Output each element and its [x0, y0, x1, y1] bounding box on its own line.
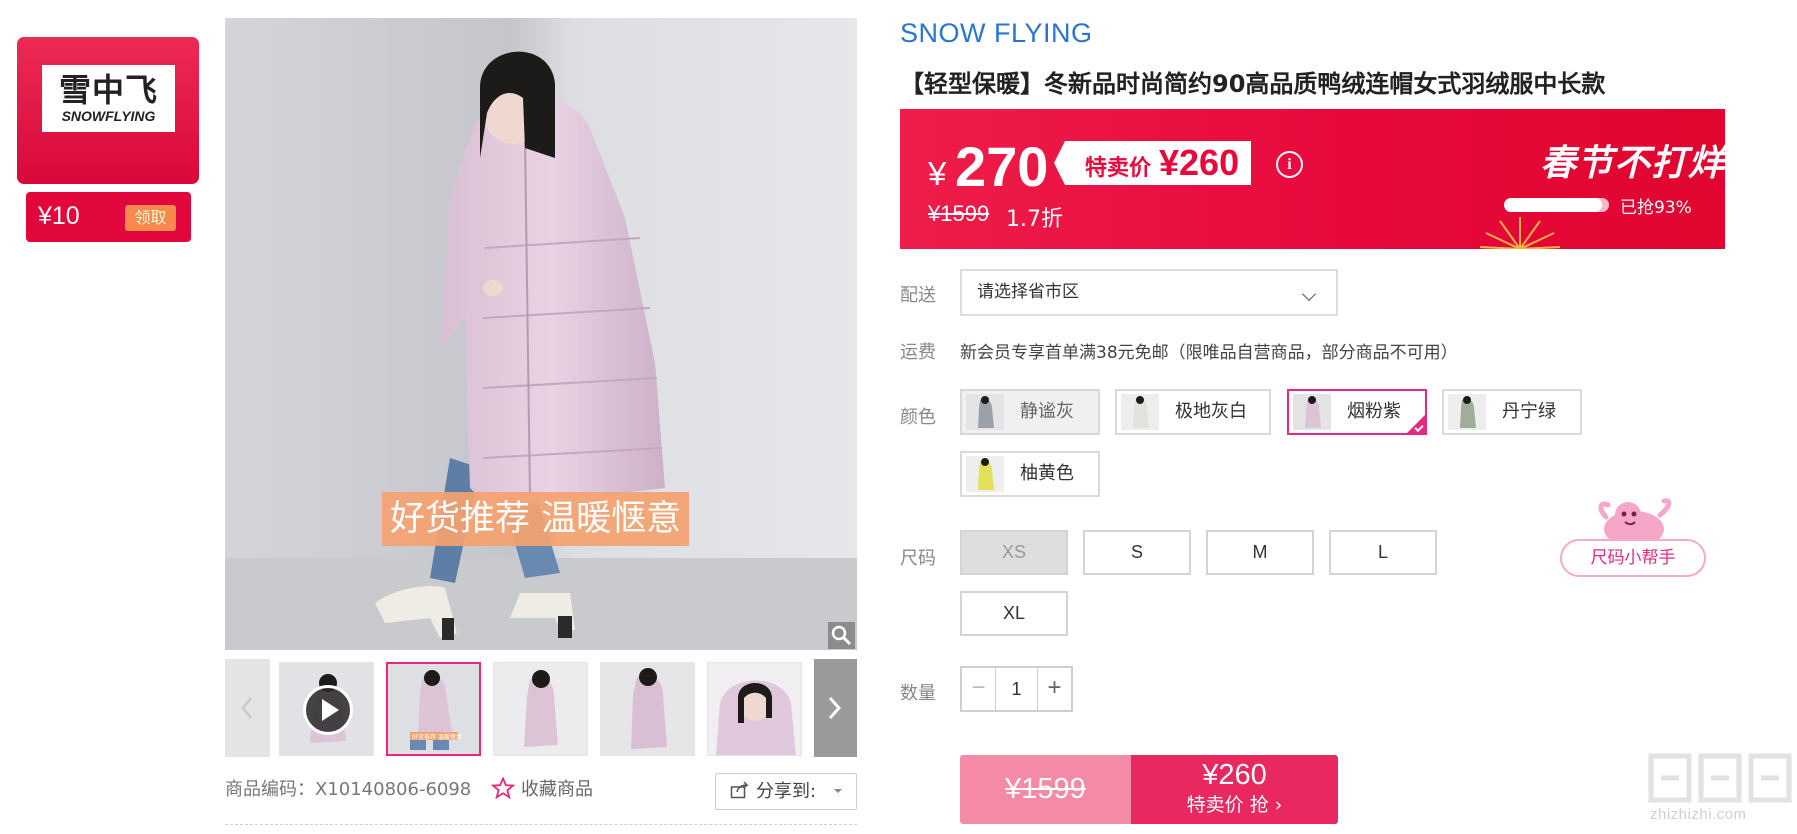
- size-option-l[interactable]: L: [1329, 530, 1437, 575]
- share-icon: [730, 781, 749, 799]
- favorite-label: 收藏商品: [521, 779, 593, 800]
- brand-name-link[interactable]: SNOW FLYING: [900, 18, 1093, 49]
- share-label: 分享到:: [756, 781, 817, 802]
- caret-down-icon: [833, 789, 842, 793]
- size-option-s[interactable]: S: [1083, 530, 1191, 575]
- color-option-label: 静谧灰: [1020, 401, 1074, 422]
- thumbnail-active[interactable]: 好货推荐 温暖惬意: [386, 662, 481, 756]
- sold-progress-bar: [1504, 198, 1609, 212]
- chevron-left-icon: [241, 697, 252, 719]
- size-helper-button[interactable]: 尺码小帮手: [1560, 539, 1706, 577]
- main-product-image[interactable]: 好货推荐 温暖惬意: [225, 18, 857, 650]
- main-image-caption: 好货推荐 温暖惬意: [382, 492, 690, 546]
- coupon-value: ¥10: [38, 202, 80, 230]
- brand-logo-cn: 雪中飞: [58, 71, 158, 109]
- chevron-right-icon: [828, 696, 842, 720]
- brand-badge[interactable]: 雪中飞 SNOWFLYING: [17, 37, 199, 190]
- color-option-danninglv[interactable]: 丹宁绿: [1442, 389, 1582, 435]
- promo-slogan: 春节不打烊: [1540, 143, 1725, 184]
- color-option-youhuangse[interactable]: 柚黄色: [960, 451, 1100, 497]
- color-option-label: 烟粉紫: [1347, 401, 1401, 422]
- thumbnail-video[interactable]: [279, 662, 374, 756]
- coupon-card[interactable]: ¥10 领取: [26, 192, 191, 242]
- color-option-label: 丹宁绿: [1502, 401, 1556, 422]
- brand-logo: 雪中飞 SNOWFLYING: [42, 65, 175, 132]
- thumb-prev-button[interactable]: [225, 659, 270, 757]
- selected-corner: [1405, 413, 1427, 435]
- quantity-stepper: − 1 +: [960, 666, 1073, 712]
- current-price: 270: [955, 135, 1049, 198]
- chevron-down-icon: [1301, 286, 1317, 302]
- brand-logo-en: SNOWFLYING: [61, 108, 156, 124]
- thumb-next-button[interactable]: [814, 659, 857, 757]
- quantity-increase-button[interactable]: +: [1037, 668, 1071, 710]
- size-option-m[interactable]: M: [1206, 530, 1314, 575]
- size-label: 尺码: [900, 548, 936, 569]
- product-title: 【轻型保暖】冬新品时尚简约90高品质鸭绒连帽女式羽绒服中长款: [900, 70, 1606, 98]
- special-price-tag: 特卖价 ¥260: [1053, 141, 1252, 185]
- quantity-decrease-button[interactable]: −: [962, 668, 996, 710]
- special-price-value: ¥260: [1159, 142, 1240, 183]
- magnifier-icon[interactable]: [828, 622, 855, 649]
- color-swatch-image: [1448, 394, 1486, 430]
- size-option-xs[interactable]: XS: [960, 530, 1068, 575]
- buy-now-button[interactable]: ¥260 特卖价 抢 ›: [1131, 755, 1338, 824]
- original-price: ¥1599: [928, 201, 990, 226]
- thumbnail[interactable]: [493, 662, 588, 756]
- shipping-label: 运费: [900, 342, 936, 363]
- coupon-claim-button[interactable]: 领取: [125, 205, 176, 231]
- color-swatch-image: [966, 394, 1004, 430]
- original-price-button[interactable]: ¥1599: [960, 755, 1131, 824]
- quantity-value[interactable]: 1: [996, 668, 1037, 710]
- buy-special-price: ¥260: [1202, 759, 1267, 791]
- watermark-text: zhizhizhi.com: [1650, 806, 1747, 823]
- thumbnail[interactable]: [707, 662, 802, 756]
- color-option-label: 柚黄色: [1020, 463, 1074, 484]
- address-select[interactable]: 请选择省市区: [960, 269, 1338, 316]
- star-outline-icon: [491, 777, 515, 799]
- price-banner: ¥ 270 特卖价 ¥260 i ¥1599 1.7折 春节不打烊 已抢93%: [900, 109, 1725, 249]
- color-swatch-image: [966, 456, 1004, 492]
- badge-divider: [23, 189, 193, 190]
- sold-progress-fill: [1504, 198, 1602, 212]
- color-swatch-image: [1293, 394, 1331, 430]
- shipping-text: 新会员专享首单满38元免邮（限唯品自营商品，部分商品不可用）: [960, 343, 1458, 363]
- delivery-label: 配送: [900, 285, 936, 306]
- buy-original-price: ¥1599: [1005, 773, 1086, 805]
- thumbnail-strip: 好货推荐 温暖惬意: [225, 659, 857, 757]
- address-select-value: 请选择省市区: [977, 282, 1079, 302]
- product-sku: 商品编码：X10140806-6098: [225, 779, 472, 800]
- discount-rate: 1.7折: [1006, 207, 1063, 232]
- color-option-label: 极地灰白: [1175, 401, 1247, 422]
- sold-percent-text: 已抢93%: [1620, 198, 1692, 218]
- color-label: 颜色: [900, 407, 936, 428]
- color-option-yanfenzi[interactable]: 烟粉紫: [1287, 389, 1427, 435]
- play-icon[interactable]: [303, 685, 353, 735]
- product-photo: [225, 18, 857, 650]
- share-button[interactable]: 分享到:: [715, 773, 857, 810]
- quantity-label: 数量: [900, 683, 936, 704]
- favorite-button[interactable]: 收藏商品: [491, 775, 593, 801]
- price-currency: ¥: [928, 155, 947, 192]
- buy-action-label: 特卖价 抢 ›: [1186, 794, 1283, 816]
- info-icon[interactable]: i: [1276, 151, 1303, 178]
- color-option-jidihuibai[interactable]: 极地灰白: [1115, 389, 1271, 435]
- size-option-xl[interactable]: XL: [960, 591, 1068, 636]
- color-swatch-image: [1121, 394, 1159, 430]
- color-option-jingmihui[interactable]: 静谧灰: [960, 389, 1100, 435]
- special-price-label: 特卖价: [1085, 156, 1152, 181]
- thumbnail[interactable]: [600, 662, 695, 756]
- thumbnail-caption: 好货推荐 温暖惬意: [412, 734, 462, 741]
- footer-divider: [225, 824, 857, 825]
